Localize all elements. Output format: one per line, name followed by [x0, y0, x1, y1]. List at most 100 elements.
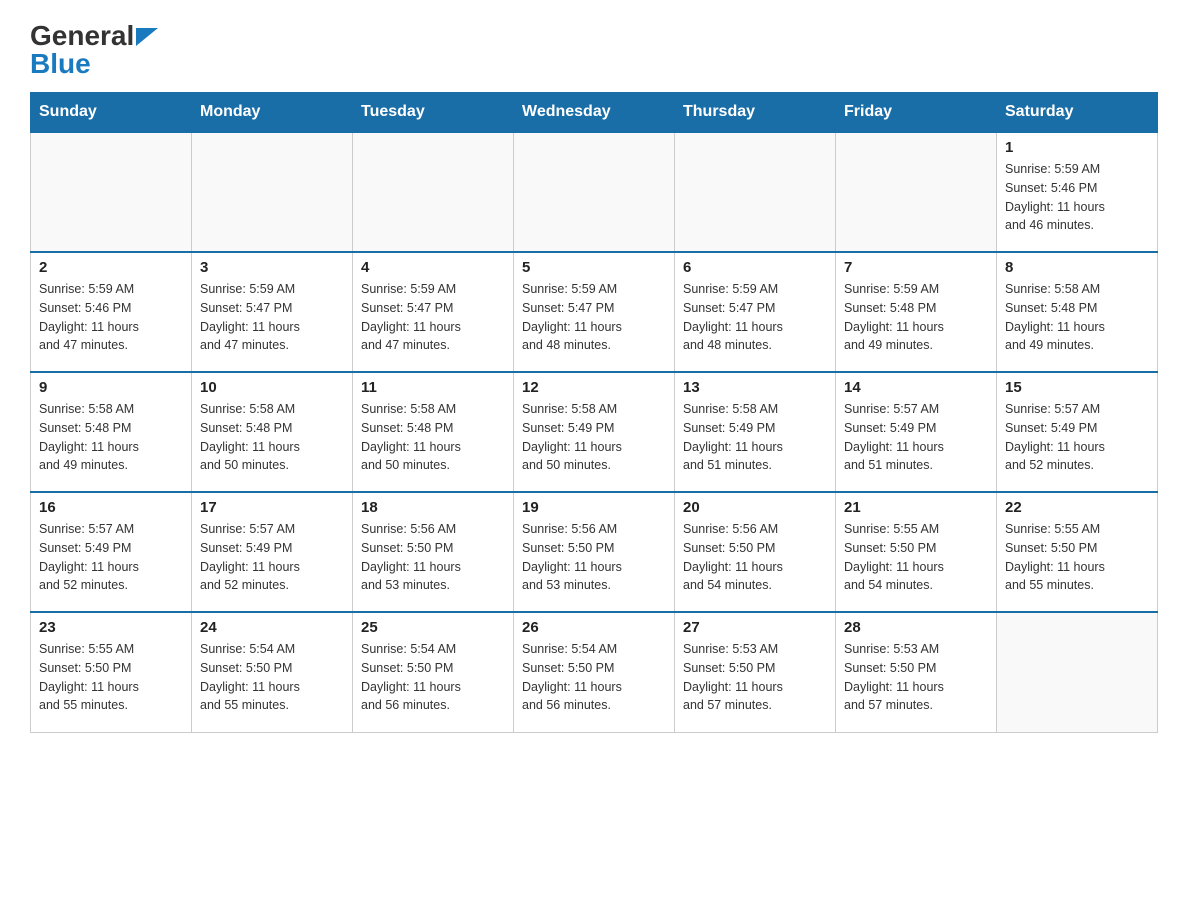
day-info: Sunrise: 5:56 AMSunset: 5:50 PMDaylight:… — [361, 520, 505, 595]
day-number: 26 — [522, 619, 666, 636]
day-info: Sunrise: 5:59 AMSunset: 5:47 PMDaylight:… — [522, 280, 666, 355]
calendar-table: SundayMondayTuesdayWednesdayThursdayFrid… — [30, 92, 1158, 733]
day-number: 15 — [1005, 379, 1149, 396]
calendar-week-row: 16 Sunrise: 5:57 AMSunset: 5:49 PMDayligh… — [31, 492, 1158, 612]
calendar-day-cell — [353, 132, 514, 252]
calendar-day-cell: 26 Sunrise: 5:54 AMSunset: 5:50 PMDayligh… — [514, 612, 675, 732]
day-info: Sunrise: 5:58 AMSunset: 5:48 PMDaylight:… — [1005, 280, 1149, 355]
calendar-week-row: 9 Sunrise: 5:58 AMSunset: 5:48 PMDaylight… — [31, 372, 1158, 492]
day-info: Sunrise: 5:59 AMSunset: 5:47 PMDaylight:… — [361, 280, 505, 355]
day-number: 25 — [361, 619, 505, 636]
calendar-header-wednesday: Wednesday — [514, 93, 675, 133]
calendar-day-cell: 9 Sunrise: 5:58 AMSunset: 5:48 PMDaylight… — [31, 372, 192, 492]
calendar-day-cell: 24 Sunrise: 5:54 AMSunset: 5:50 PMDayligh… — [192, 612, 353, 732]
calendar-header-monday: Monday — [192, 93, 353, 133]
calendar-day-cell — [31, 132, 192, 252]
day-info: Sunrise: 5:54 AMSunset: 5:50 PMDaylight:… — [361, 640, 505, 715]
day-number: 24 — [200, 619, 344, 636]
day-info: Sunrise: 5:53 AMSunset: 5:50 PMDaylight:… — [844, 640, 988, 715]
day-number: 16 — [39, 499, 183, 516]
calendar-day-cell — [675, 132, 836, 252]
calendar-week-row: 2Sunrise: 5:59 AMSunset: 5:46 PMDaylight… — [31, 252, 1158, 372]
calendar-day-cell: 25 Sunrise: 5:54 AMSunset: 5:50 PMDayligh… — [353, 612, 514, 732]
day-info: Sunrise: 5:59 AMSunset: 5:46 PMDaylight:… — [39, 280, 183, 355]
day-info: Sunrise: 5:59 AMSunset: 5:47 PMDaylight:… — [683, 280, 827, 355]
calendar-week-row: 23Sunrise: 5:55 AMSunset: 5:50 PMDayligh… — [31, 612, 1158, 732]
day-number: 19 — [522, 499, 666, 516]
day-number: 14 — [844, 379, 988, 396]
day-info: Sunrise: 5:59 AMSunset: 5:48 PMDaylight:… — [844, 280, 988, 355]
calendar-header-sunday: Sunday — [31, 93, 192, 133]
calendar-day-cell — [836, 132, 997, 252]
day-number: 21 — [844, 499, 988, 516]
day-number: 13 — [683, 379, 827, 396]
day-number: 1 — [1005, 139, 1149, 156]
calendar-day-cell: 7 Sunrise: 5:59 AMSunset: 5:48 PMDaylight… — [836, 252, 997, 372]
day-number: 17 — [200, 499, 344, 516]
day-info: Sunrise: 5:59 AMSunset: 5:46 PMDaylight:… — [1005, 160, 1149, 235]
day-info: Sunrise: 5:55 AMSunset: 5:50 PMDaylight:… — [1005, 520, 1149, 595]
logo-arrow-icon — [136, 28, 158, 46]
day-info: Sunrise: 5:58 AMSunset: 5:48 PMDaylight:… — [39, 400, 183, 475]
day-number: 20 — [683, 499, 827, 516]
day-number: 18 — [361, 499, 505, 516]
day-number: 11 — [361, 379, 505, 396]
calendar-day-cell: 18 Sunrise: 5:56 AMSunset: 5:50 PMDayligh… — [353, 492, 514, 612]
day-info: Sunrise: 5:58 AMSunset: 5:48 PMDaylight:… — [200, 400, 344, 475]
day-number: 3 — [200, 259, 344, 276]
calendar-header-row: SundayMondayTuesdayWednesdayThursdayFrid… — [31, 93, 1158, 133]
day-info: Sunrise: 5:58 AMSunset: 5:49 PMDaylight:… — [522, 400, 666, 475]
calendar-day-cell: 19 Sunrise: 5:56 AMSunset: 5:50 PMDayligh… — [514, 492, 675, 612]
calendar-day-cell: 5 Sunrise: 5:59 AMSunset: 5:47 PMDaylight… — [514, 252, 675, 372]
day-number: 28 — [844, 619, 988, 636]
logo: General Blue — [30, 20, 158, 80]
calendar-header-saturday: Saturday — [997, 93, 1158, 133]
calendar-day-cell: 6 Sunrise: 5:59 AMSunset: 5:47 PMDaylight… — [675, 252, 836, 372]
calendar-day-cell: 23Sunrise: 5:55 AMSunset: 5:50 PMDayligh… — [31, 612, 192, 732]
day-info: Sunrise: 5:57 AMSunset: 5:49 PMDaylight:… — [1005, 400, 1149, 475]
day-number: 22 — [1005, 499, 1149, 516]
day-info: Sunrise: 5:55 AMSunset: 5:50 PMDaylight:… — [39, 640, 183, 715]
day-number: 7 — [844, 259, 988, 276]
day-number: 27 — [683, 619, 827, 636]
day-info: Sunrise: 5:56 AMSunset: 5:50 PMDaylight:… — [522, 520, 666, 595]
calendar-header-thursday: Thursday — [675, 93, 836, 133]
day-info: Sunrise: 5:53 AMSunset: 5:50 PMDaylight:… — [683, 640, 827, 715]
calendar-header-tuesday: Tuesday — [353, 93, 514, 133]
calendar-day-cell: 2Sunrise: 5:59 AMSunset: 5:46 PMDaylight… — [31, 252, 192, 372]
calendar-day-cell: 12 Sunrise: 5:58 AMSunset: 5:49 PMDayligh… — [514, 372, 675, 492]
calendar-day-cell: 17 Sunrise: 5:57 AMSunset: 5:49 PMDayligh… — [192, 492, 353, 612]
calendar-week-row: 1 Sunrise: 5:59 AMSunset: 5:46 PMDaylight… — [31, 132, 1158, 252]
day-info: Sunrise: 5:57 AMSunset: 5:49 PMDaylight:… — [200, 520, 344, 595]
calendar-day-cell: 27 Sunrise: 5:53 AMSunset: 5:50 PMDayligh… — [675, 612, 836, 732]
day-info: Sunrise: 5:57 AMSunset: 5:49 PMDaylight:… — [844, 400, 988, 475]
calendar-day-cell: 13 Sunrise: 5:58 AMSunset: 5:49 PMDayligh… — [675, 372, 836, 492]
calendar-day-cell: 4 Sunrise: 5:59 AMSunset: 5:47 PMDaylight… — [353, 252, 514, 372]
day-number: 9 — [39, 379, 183, 396]
day-number: 5 — [522, 259, 666, 276]
calendar-day-cell: 1 Sunrise: 5:59 AMSunset: 5:46 PMDaylight… — [997, 132, 1158, 252]
day-number: 4 — [361, 259, 505, 276]
calendar-day-cell — [192, 132, 353, 252]
day-number: 6 — [683, 259, 827, 276]
day-info: Sunrise: 5:58 AMSunset: 5:48 PMDaylight:… — [361, 400, 505, 475]
calendar-day-cell: 8 Sunrise: 5:58 AMSunset: 5:48 PMDaylight… — [997, 252, 1158, 372]
day-info: Sunrise: 5:56 AMSunset: 5:50 PMDaylight:… — [683, 520, 827, 595]
calendar-day-cell: 3 Sunrise: 5:59 AMSunset: 5:47 PMDaylight… — [192, 252, 353, 372]
day-number: 12 — [522, 379, 666, 396]
day-info: Sunrise: 5:57 AMSunset: 5:49 PMDaylight:… — [39, 520, 183, 595]
day-info: Sunrise: 5:58 AMSunset: 5:49 PMDaylight:… — [683, 400, 827, 475]
calendar-day-cell: 16 Sunrise: 5:57 AMSunset: 5:49 PMDayligh… — [31, 492, 192, 612]
day-number: 8 — [1005, 259, 1149, 276]
day-info: Sunrise: 5:59 AMSunset: 5:47 PMDaylight:… — [200, 280, 344, 355]
calendar-day-cell: 11 Sunrise: 5:58 AMSunset: 5:48 PMDayligh… — [353, 372, 514, 492]
calendar-header-friday: Friday — [836, 93, 997, 133]
day-info: Sunrise: 5:54 AMSunset: 5:50 PMDaylight:… — [200, 640, 344, 715]
day-number: 10 — [200, 379, 344, 396]
day-info: Sunrise: 5:54 AMSunset: 5:50 PMDaylight:… — [522, 640, 666, 715]
calendar-day-cell: 21Sunrise: 5:55 AMSunset: 5:50 PMDayligh… — [836, 492, 997, 612]
calendar-day-cell: 14 Sunrise: 5:57 AMSunset: 5:49 PMDayligh… — [836, 372, 997, 492]
calendar-day-cell: 15 Sunrise: 5:57 AMSunset: 5:49 PMDayligh… — [997, 372, 1158, 492]
calendar-day-cell — [997, 612, 1158, 732]
logo-text-blue: Blue — [30, 48, 91, 80]
